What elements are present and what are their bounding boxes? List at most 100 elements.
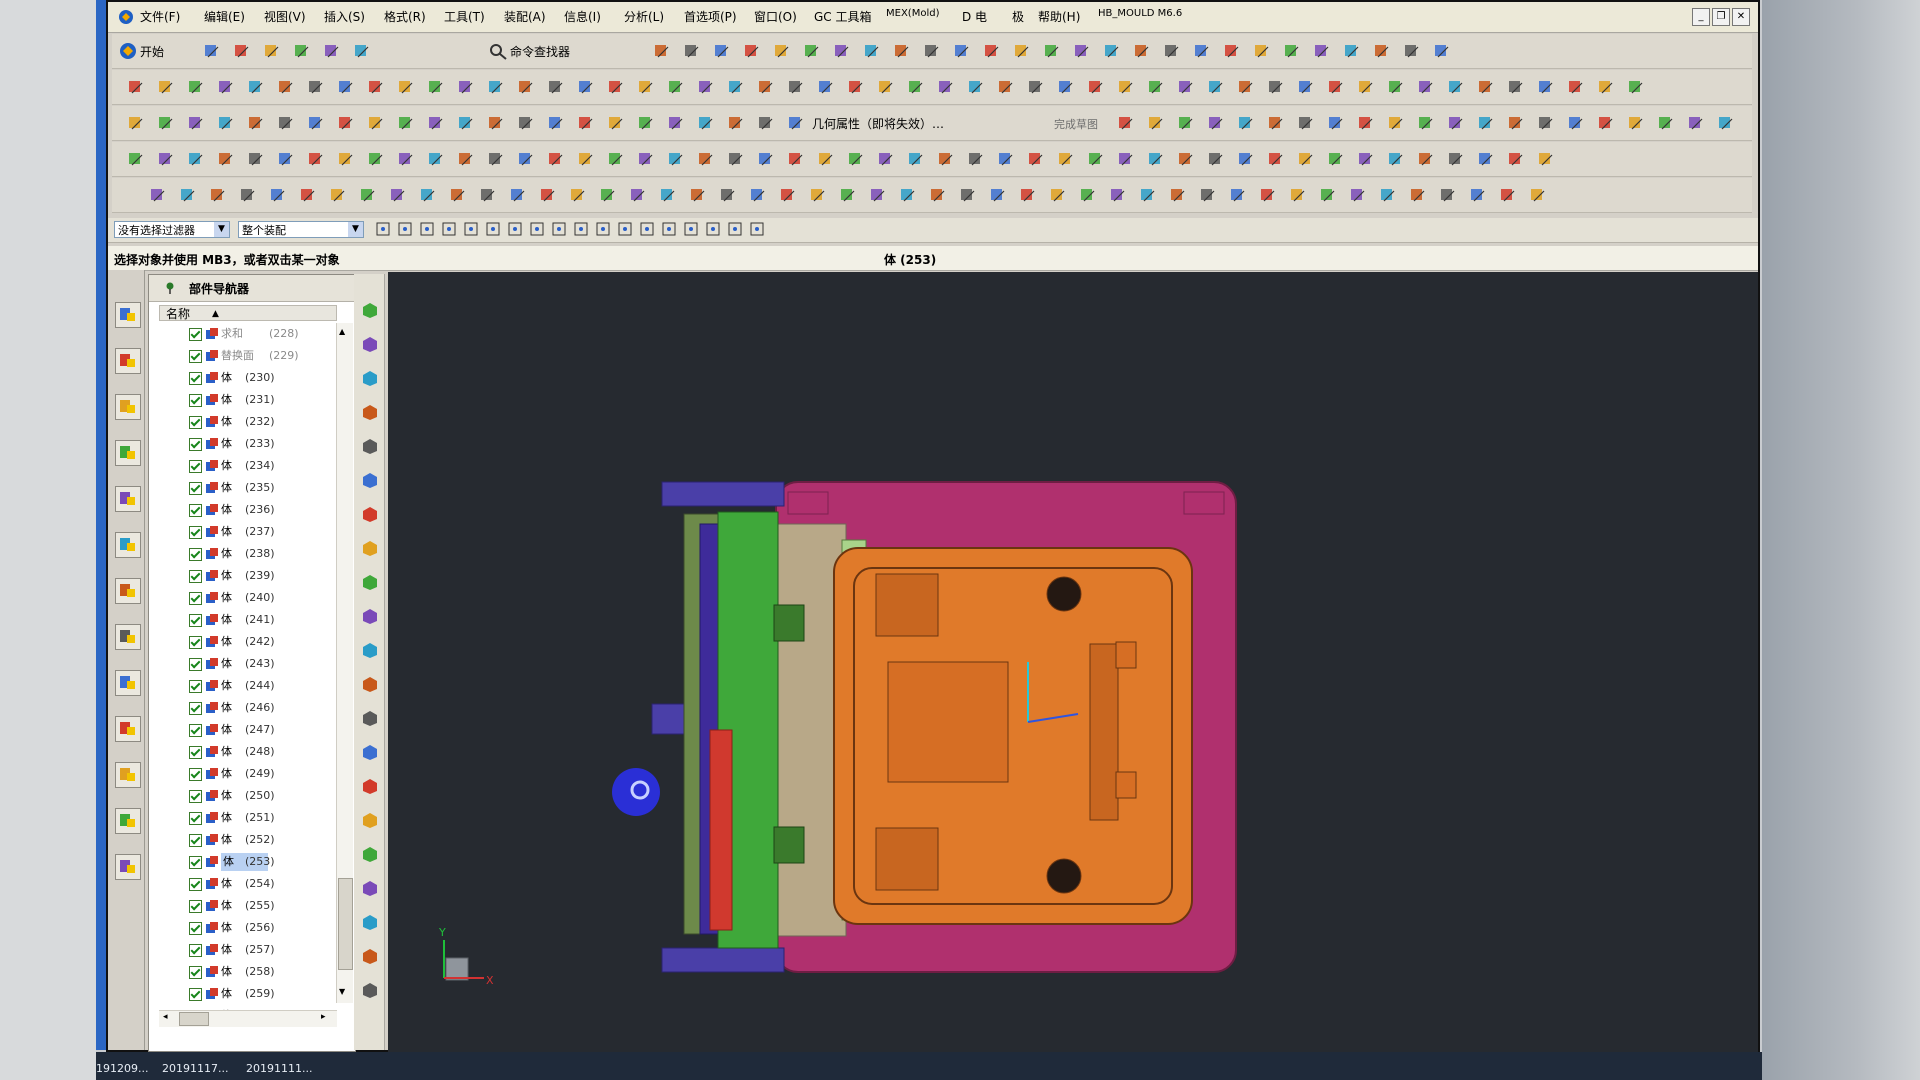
toolbar-tool-icon[interactable] <box>516 113 536 133</box>
toolbar-tool-icon[interactable] <box>1296 113 1316 133</box>
toolbar-tool-icon[interactable] <box>456 113 476 133</box>
toolbar-tool-icon[interactable] <box>682 41 702 61</box>
toolbar-tool-icon[interactable] <box>1476 113 1496 133</box>
toolbar-tool-icon[interactable] <box>988 185 1008 205</box>
toolbar-tool-icon[interactable] <box>1206 77 1226 97</box>
mold-tool-icon[interactable] <box>360 878 380 898</box>
toolbar-tool-icon[interactable] <box>246 77 266 97</box>
visibility-checkbox[interactable] <box>189 900 202 913</box>
mold-tool-icon[interactable] <box>360 776 380 796</box>
toolbar-tool-icon[interactable] <box>426 113 446 133</box>
toolbar-tool-icon[interactable] <box>322 41 342 61</box>
resource-tab-icon[interactable] <box>115 854 141 880</box>
toolbar-tool-icon[interactable] <box>1386 77 1406 97</box>
toolbar-tool-icon[interactable] <box>1266 113 1286 133</box>
toolbar-tool-icon[interactable] <box>448 185 468 205</box>
taskbar-item[interactable]: 191209... <box>96 1062 148 1075</box>
toolbar-tool-icon[interactable] <box>1566 77 1586 97</box>
toolbar-tool-icon[interactable] <box>928 185 948 205</box>
snap-point-icon[interactable] <box>418 220 438 240</box>
tree-row[interactable]: 体 (238) <box>149 545 319 563</box>
toolbar-tool-icon[interactable] <box>1386 113 1406 133</box>
snap-point-icon[interactable] <box>748 220 768 240</box>
toolbar-tool-icon[interactable] <box>952 41 972 61</box>
tree-row[interactable]: 体 (247) <box>149 721 319 739</box>
visibility-checkbox[interactable] <box>189 636 202 649</box>
toolbar-tool-icon[interactable] <box>1252 41 1272 61</box>
toolbar-tool-icon[interactable] <box>292 41 312 61</box>
visibility-checkbox[interactable] <box>189 482 202 495</box>
tree-row[interactable]: 体 (248) <box>149 743 319 761</box>
finish-sketch-button[interactable]: 完成草图 <box>1054 116 1098 132</box>
toolbar-tool-icon[interactable] <box>1146 149 1166 169</box>
toolbar-tool-icon[interactable] <box>1042 41 1062 61</box>
toolbar-tool-icon[interactable] <box>486 113 506 133</box>
menu-ji[interactable]: 极 <box>1012 8 1024 25</box>
toolbar-tool-icon[interactable] <box>1228 185 1248 205</box>
toolbar-tool-icon[interactable] <box>238 185 258 205</box>
type-filter-select[interactable]: 没有选择过滤器 ▼ <box>114 221 230 238</box>
toolbar-tool-icon[interactable] <box>598 185 618 205</box>
toolbar-tool-icon[interactable] <box>208 185 228 205</box>
toolbar-tool-icon[interactable] <box>1206 113 1226 133</box>
mold-tool-icon[interactable] <box>360 504 380 524</box>
toolbar-tool-icon[interactable] <box>756 77 776 97</box>
toolbar-tool-icon[interactable] <box>1176 113 1196 133</box>
tree-row[interactable]: 体 (236) <box>149 501 319 519</box>
snap-point-icon[interactable] <box>462 220 482 240</box>
toolbar-tool-icon[interactable] <box>1132 41 1152 61</box>
visibility-checkbox[interactable] <box>189 570 202 583</box>
toolbar-tool-icon[interactable] <box>1072 41 1092 61</box>
tree-row[interactable]: 体 (249) <box>149 765 319 783</box>
toolbar-tool-icon[interactable] <box>1312 41 1332 61</box>
clamp-bottom[interactable] <box>661 947 785 973</box>
toolbar-tool-icon[interactable] <box>696 113 716 133</box>
toolbar-tool-icon[interactable] <box>186 149 206 169</box>
toolbar-tool-icon[interactable] <box>126 77 146 97</box>
graphics-window[interactable]: Y X <box>388 272 1758 1052</box>
toolbar-tool-icon[interactable] <box>1416 77 1436 97</box>
menu-view[interactable]: 视图(V) <box>264 8 306 25</box>
visibility-checkbox[interactable] <box>189 812 202 825</box>
toolbar-tool-icon[interactable] <box>1342 41 1362 61</box>
toolbar-tool-icon[interactable] <box>426 77 446 97</box>
toolbar-tool-icon[interactable] <box>538 185 558 205</box>
toolbar-tool-icon[interactable] <box>1416 149 1436 169</box>
clamp-top[interactable] <box>661 481 785 507</box>
resource-tab-icon[interactable] <box>115 394 141 420</box>
toolbar-tool-icon[interactable] <box>1356 113 1376 133</box>
toolbar-tool-icon[interactable] <box>508 185 528 205</box>
toolbar-tool-icon[interactable] <box>906 77 926 97</box>
toolbar-tool-icon[interactable] <box>546 149 566 169</box>
toolbar-tool-icon[interactable] <box>478 185 498 205</box>
menu-mex-mold[interactable]: MEX(Mold) <box>886 8 939 19</box>
toolbar-tool-icon[interactable] <box>936 149 956 169</box>
toolbar-tool-icon[interactable] <box>1048 185 1068 205</box>
toolbar-tool-icon[interactable] <box>1626 77 1646 97</box>
restore-icon[interactable]: ❐ <box>1712 8 1730 26</box>
toolbar-tool-icon[interactable] <box>276 149 296 169</box>
resource-tab-icon[interactable] <box>115 302 141 328</box>
snap-point-icon[interactable] <box>396 220 416 240</box>
tree-row[interactable]: 体 (253) <box>149 853 319 871</box>
toolbar-tool-icon[interactable] <box>546 77 566 97</box>
toolbar-tool-icon[interactable] <box>1078 185 1098 205</box>
toolbar-tool-icon[interactable] <box>1236 113 1256 133</box>
visibility-checkbox[interactable] <box>189 680 202 693</box>
toolbar-tool-icon[interactable] <box>126 113 146 133</box>
resource-tab-icon[interactable] <box>115 578 141 604</box>
toolbar-tool-icon[interactable] <box>1536 113 1556 133</box>
toolbar-tool-icon[interactable] <box>1288 185 1308 205</box>
toolbar-tool-icon[interactable] <box>516 77 536 97</box>
toolbar-tool-icon[interactable] <box>1476 77 1496 97</box>
visibility-checkbox[interactable] <box>189 614 202 627</box>
toolbar-tool-icon[interactable] <box>876 149 896 169</box>
toolbar-tool-icon[interactable] <box>202 41 222 61</box>
menu-insert[interactable]: 插入(S) <box>324 8 365 25</box>
toolbar-tool-icon[interactable] <box>1626 113 1646 133</box>
toolbar-tool-icon[interactable] <box>906 149 926 169</box>
toolbar-tool-icon[interactable] <box>306 77 326 97</box>
toolbar-tool-icon[interactable] <box>1116 113 1136 133</box>
menu-assembly[interactable]: 装配(A) <box>504 8 546 25</box>
toolbar-tool-icon[interactable] <box>1378 185 1398 205</box>
